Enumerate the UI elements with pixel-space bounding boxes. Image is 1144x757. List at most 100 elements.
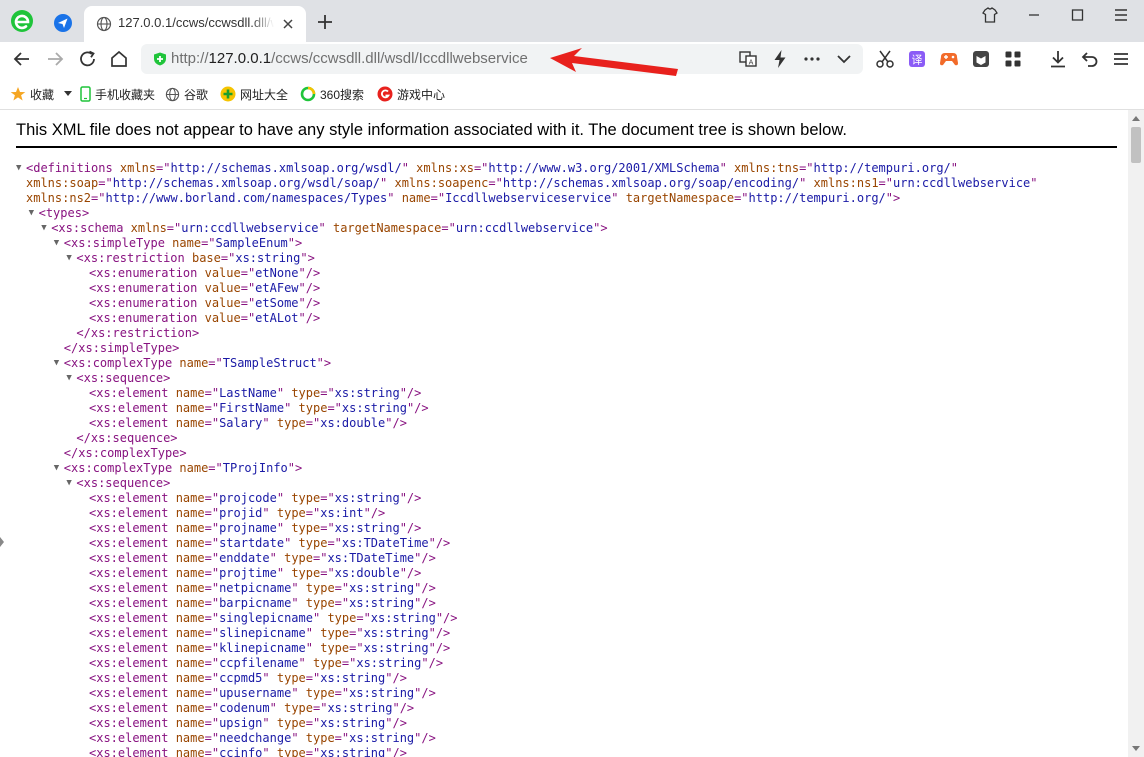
xml-line: </xs:complexType>: [16, 446, 1116, 461]
xml-line[interactable]: ▼ <xs:sequence>: [16, 371, 1116, 386]
xml-line: xmlns:soap="http://schemas.xmlsoap.org/w…: [16, 176, 1116, 191]
download-icon[interactable]: [1047, 48, 1069, 70]
bookmark-favorites[interactable]: 收藏: [10, 84, 54, 104]
bookmark-360-search[interactable]: 360搜索: [300, 84, 364, 104]
xml-line[interactable]: ▼ <types>: [16, 206, 1116, 221]
game-center-icon: [377, 86, 393, 102]
xml-line[interactable]: ▼ <xs:simpleType name="SampleEnum">: [16, 236, 1116, 251]
collapse-toggle-icon[interactable]: ▼: [66, 251, 76, 266]
home-icon[interactable]: [108, 48, 130, 70]
xml-line: <xs:element name="upsign" type="xs:strin…: [16, 716, 1116, 731]
bookmark-game-center[interactable]: 游戏中心: [377, 84, 445, 104]
xml-line-text: <xs:element name="codenum" type="xs:stri…: [89, 701, 415, 715]
xml-line: <xs:element name="Salary" type="xs:doubl…: [16, 416, 1116, 431]
maximize-icon[interactable]: [1062, 4, 1092, 26]
security-shield-icon[interactable]: [153, 52, 167, 66]
xml-line: <xs:element name="projname" type="xs:str…: [16, 521, 1116, 536]
collapse-toggle-icon[interactable]: ▼: [16, 161, 26, 176]
bookmarks-bar: 收藏 手机收藏夹 谷歌 网址大全 360搜索 游戏中心: [0, 80, 1144, 108]
xml-line-text: <xs:element name="startdate" type="xs:TD…: [89, 536, 451, 550]
new-tab-icon[interactable]: [316, 13, 334, 31]
address-bar[interactable]: http://127.0.0.1/ccws/ccwsdll.dll/wsdl/I…: [141, 44, 863, 74]
collapse-toggle-icon[interactable]: ▼: [29, 206, 39, 221]
minimize-icon[interactable]: [1019, 4, 1049, 26]
xml-line-text: <xs:element name="ccinfo" type="xs:strin…: [89, 746, 407, 757]
collapse-toggle-icon[interactable]: ▼: [54, 356, 64, 371]
menu-icon[interactable]: [1110, 48, 1132, 70]
browser-logo-icon[interactable]: [10, 9, 34, 33]
xml-tree[interactable]: ▼ <definitions xmlns="http://schemas.xmls…: [16, 161, 1116, 757]
xml-line-text: <xs:element name="LastName" type="xs:str…: [89, 386, 422, 400]
collapse-toggle-icon[interactable]: ▼: [41, 221, 51, 236]
lightning-icon[interactable]: [769, 48, 791, 70]
scissors-icon[interactable]: [874, 48, 896, 70]
bookmark-mobile-favorites[interactable]: 手机收藏夹: [80, 84, 155, 104]
sidebar-handle-icon[interactable]: [0, 537, 4, 547]
apps-grid-icon[interactable]: [1002, 48, 1024, 70]
xml-line: <xs:enumeration value="etALot"/>: [16, 311, 1116, 326]
close-tab-icon[interactable]: [281, 17, 295, 31]
collapse-toggle-icon[interactable]: ▼: [66, 476, 76, 491]
vertical-scrollbar[interactable]: [1128, 110, 1144, 757]
site-directory-icon: [220, 86, 236, 102]
bookmark-google[interactable]: 谷歌: [165, 84, 208, 104]
translate-icon[interactable]: A: [737, 48, 759, 70]
reading-mode-icon[interactable]: [970, 48, 992, 70]
chevron-down-icon[interactable]: [833, 48, 855, 70]
xml-line: </xs:simpleType>: [16, 341, 1116, 356]
xml-line-text: <xs:element name="klinepicname" type="xs…: [89, 641, 451, 655]
back-icon[interactable]: [11, 48, 33, 70]
reload-icon[interactable]: [77, 48, 99, 70]
tab-active[interactable]: 127.0.0.1/ccws/ccwsdll.dll/wsdl/Iccdllwe…: [84, 6, 306, 42]
globe-icon: [165, 87, 180, 101]
xml-line: <xs:element name="projtime" type="xs:dou…: [16, 566, 1116, 581]
menu-icon[interactable]: [1106, 4, 1136, 26]
scrollbar-thumb[interactable]: [1131, 127, 1141, 163]
xml-line-text: <xs:element name="barpicname" type="xs:s…: [89, 596, 436, 610]
forward-icon[interactable]: [44, 48, 66, 70]
xml-line-text: </xs:restriction>: [76, 326, 200, 340]
page-content[interactable]: This XML file does not appear to have an…: [0, 110, 1128, 757]
xml-line: <xs:element name="projcode" type="xs:str…: [16, 491, 1116, 506]
xml-line-text: <xs:element name="projcode" type="xs:str…: [89, 491, 422, 505]
undo-icon[interactable]: [1079, 48, 1101, 70]
xml-line-text: <xs:enumeration value="etNone"/>: [89, 266, 321, 280]
xml-line-text: <xs:element name="ccpmd5" type="xs:strin…: [89, 671, 407, 685]
xml-line[interactable]: ▼ <xs:complexType name="TProjInfo">: [16, 461, 1116, 476]
xml-line[interactable]: ▼ <xs:complexType name="TSampleStruct">: [16, 356, 1116, 371]
xml-line-text: <xs:enumeration value="etALot"/>: [89, 311, 321, 325]
xml-line-text: </xs:complexType>: [63, 446, 187, 460]
translate-extension-icon[interactable]: 译: [906, 48, 928, 70]
xml-line-text: <xs:element name="Salary" type="xs:doubl…: [89, 416, 407, 430]
scroll-up-icon[interactable]: [1132, 115, 1140, 121]
xml-line: <xs:element name="klinepicname" type="xs…: [16, 641, 1116, 656]
more-icon[interactable]: [801, 48, 823, 70]
xml-line-text: <xs:element name="projtime" type="xs:dou…: [89, 566, 422, 580]
xml-line[interactable]: ▼ <xs:restriction base="xs:string">: [16, 251, 1116, 266]
xml-line: <xs:element name="enddate" type="xs:TDat…: [16, 551, 1116, 566]
xml-line[interactable]: ▼ <definitions xmlns="http://schemas.xmls…: [16, 161, 1116, 176]
xml-line: <xs:element name="needchange" type="xs:s…: [16, 731, 1116, 746]
xml-line[interactable]: ▼ <xs:sequence>: [16, 476, 1116, 491]
xml-line-text: <xs:element name="upusername" type="xs:s…: [89, 686, 436, 700]
xml-line-text: <types>: [38, 206, 90, 220]
skin-shirt-icon[interactable]: [975, 4, 1005, 26]
caret-down-icon[interactable]: [64, 91, 72, 97]
gamepad-icon[interactable]: [938, 48, 960, 70]
collapse-toggle-icon[interactable]: ▼: [54, 461, 64, 476]
xml-line: <xs:enumeration value="etNone"/>: [16, 266, 1116, 281]
collapse-toggle-icon[interactable]: ▼: [66, 371, 76, 386]
xml-line: <xs:element name="ccpfilename" type="xs:…: [16, 656, 1116, 671]
collapse-toggle-icon[interactable]: ▼: [54, 236, 64, 251]
xml-line[interactable]: ▼ <xs:schema xmlns="urn:ccdllwebservice" …: [16, 221, 1116, 236]
svg-text:A: A: [749, 59, 754, 67]
xml-line: <xs:enumeration value="etAFew"/>: [16, 281, 1116, 296]
bookmark-site-directory[interactable]: 网址大全: [220, 84, 288, 104]
scroll-down-icon[interactable]: [1132, 746, 1140, 752]
xml-line: <xs:element name="projid" type="xs:int"/…: [16, 506, 1116, 521]
xml-info-message: This XML file does not appear to have an…: [16, 121, 847, 139]
url-text[interactable]: http://127.0.0.1/ccws/ccwsdll.dll/wsdl/I…: [171, 50, 528, 68]
xml-line: </xs:restriction>: [16, 326, 1116, 341]
send-icon[interactable]: [53, 13, 73, 33]
xml-line-text: <xs:element name="slinepicname" type="xs…: [89, 626, 451, 640]
